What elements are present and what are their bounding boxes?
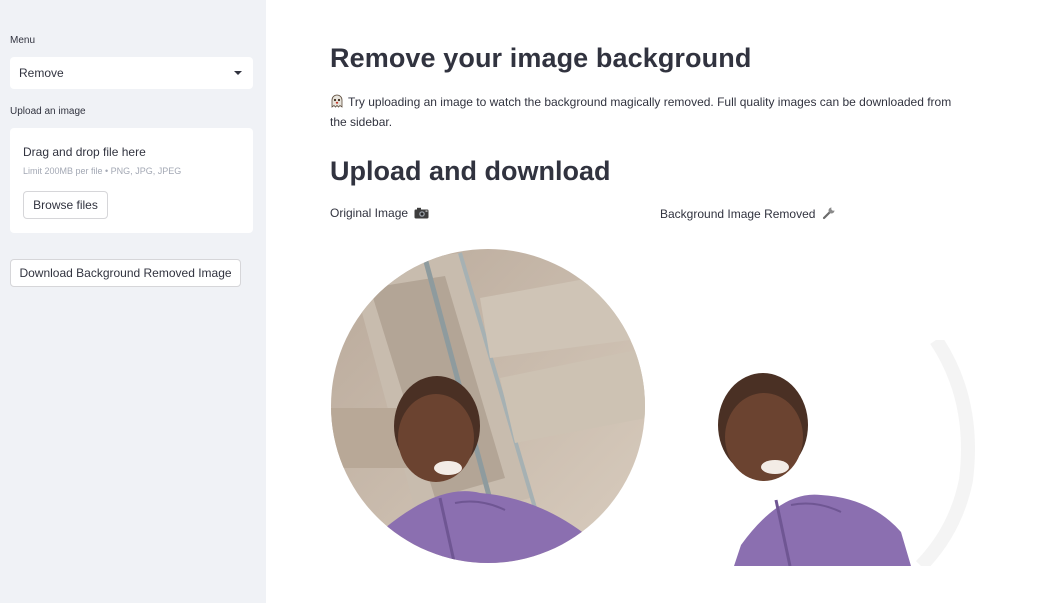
camera-icon — [414, 207, 429, 219]
removed-label-text: Background Image Removed — [660, 207, 816, 221]
section-title: Upload and download — [330, 156, 611, 186]
menu-select-value: Remove — [19, 66, 64, 80]
file-dropzone[interactable]: Drag and drop file here Limit 200MB per … — [10, 128, 253, 233]
intro-text: Try uploading an image to watch the back… — [330, 95, 952, 129]
intro-paragraph: Try uploading an image to watch the back… — [330, 92, 970, 132]
download-button[interactable]: Download Background Removed Image — [10, 259, 241, 287]
dropzone-title: Drag and drop file here — [23, 145, 146, 159]
original-label-text: Original Image — [330, 206, 409, 220]
app: Menu Remove Upload an image Drag and dro… — [0, 0, 1042, 603]
menu-select[interactable]: Remove — [10, 57, 253, 89]
sidebar: Menu Remove Upload an image Drag and dro… — [0, 0, 266, 603]
page-title: Remove your image background — [330, 43, 752, 73]
original-image — [330, 248, 646, 566]
original-image-label: Original Image — [330, 206, 429, 220]
browse-files-button[interactable]: Browse files — [23, 191, 108, 219]
removed-background-image — [706, 340, 976, 566]
dropzone-limit: Limit 200MB per file • PNG, JPG, JPEG — [23, 166, 182, 176]
upload-label: Upload an image — [10, 106, 86, 117]
menu-label: Menu — [10, 35, 36, 46]
ghost-icon — [331, 94, 343, 108]
chevron-down-icon — [234, 71, 242, 75]
removed-image-label: Background Image Removed — [660, 206, 836, 221]
main-content: Remove your image background Try uploadi… — [266, 0, 1042, 603]
wrench-icon — [822, 207, 835, 220]
